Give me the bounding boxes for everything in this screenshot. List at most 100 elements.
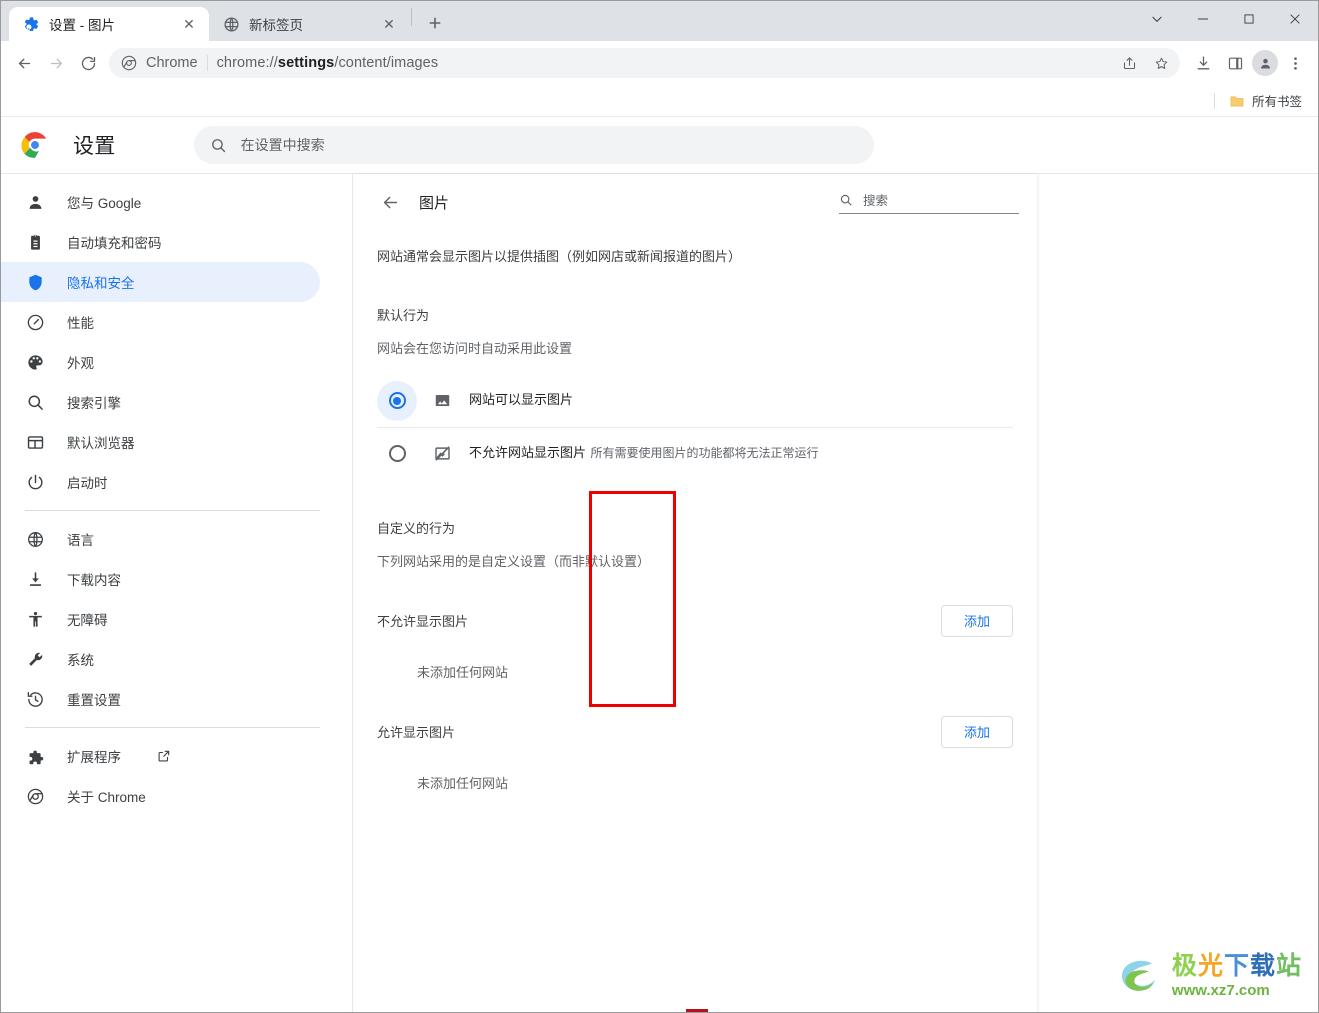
shield-icon xyxy=(25,272,45,292)
tab-new-tab-page[interactable]: 新标签页 ✕ xyxy=(209,7,409,41)
sidebar-item-label: 隐私和安全 xyxy=(67,276,135,291)
block-images-group: 不允许显示图片 添加 未添加任何网站 xyxy=(353,598,1037,681)
window-controls xyxy=(1134,1,1318,37)
content-search-placeholder: 搜索 xyxy=(863,194,889,208)
tab-close-button[interactable]: ✕ xyxy=(179,14,199,34)
reload-button[interactable] xyxy=(73,48,103,78)
sidebar-item-label: 系统 xyxy=(67,653,94,668)
option-subtitle: 所有需要使用图片的功能都将无法正常运行 xyxy=(590,446,819,461)
sidebar-item-label: 下载内容 xyxy=(67,573,121,588)
new-tab-button[interactable] xyxy=(420,8,450,38)
tab-settings[interactable]: 设置 - 图片 ✕ xyxy=(9,7,209,41)
tab-close-button[interactable]: ✕ xyxy=(379,14,399,34)
profile-avatar[interactable] xyxy=(1252,50,1278,76)
chrome-icon xyxy=(121,55,137,71)
add-allowed-site-button[interactable]: 添加 xyxy=(940,715,1013,748)
content-search-box[interactable]: 搜索 xyxy=(839,190,1019,214)
default-behavior-subtext: 网站会在您访问时自动采用此设置 xyxy=(377,340,573,356)
downloads-button[interactable] xyxy=(1188,48,1218,78)
allow-images-group: 允许显示图片 添加 未添加任何网站 xyxy=(353,709,1037,792)
sidebar-item-label: 性能 xyxy=(67,316,94,331)
wrench-icon xyxy=(25,649,45,669)
radio-button-allow[interactable] xyxy=(377,380,417,421)
default-behavior-options: 网站可以显示图片 不允许网站显示图片 所有需要使用图片的功能都将无法正常运行 xyxy=(353,375,1037,480)
all-bookmarks-button[interactable]: 所有书签 xyxy=(1225,87,1306,114)
site-identity-label: Chrome xyxy=(146,55,198,71)
history-restore-icon xyxy=(25,689,45,709)
block-images-empty-text: 未添加任何网站 xyxy=(417,664,509,680)
settings-search-box[interactable]: 在设置中搜索 xyxy=(193,126,874,164)
sidebar-item-on-startup[interactable]: 启动时 xyxy=(1,462,320,502)
sidebar-item-default-browser[interactable]: 默认浏览器 xyxy=(1,422,320,462)
bookmarks-bar: 所有书签 xyxy=(1,85,1318,117)
browser-toolbar: Chrome chrome://settings/content/images xyxy=(1,41,1318,85)
close-button[interactable] xyxy=(1272,1,1318,37)
sidebar-item-downloads[interactable]: 下载内容 xyxy=(1,559,320,599)
images-description: 网站通常会显示图片以提供插图（例如网店或新闻报道的图片） xyxy=(377,249,742,264)
settings-header: 设置 在设置中搜索 xyxy=(1,117,1318,173)
tab-divider xyxy=(411,8,412,26)
clipboard-icon xyxy=(25,232,45,252)
images-settings-card: 图片 搜索 网站通常会显示图片以提供插图（例如网店或新闻报道的图片） 默认行为 … xyxy=(353,174,1037,1012)
back-arrow-icon[interactable] xyxy=(377,189,403,215)
sidebar-item-label: 语言 xyxy=(67,533,94,548)
palette-icon xyxy=(25,352,45,372)
globe-icon xyxy=(25,529,45,549)
maximize-button[interactable] xyxy=(1226,1,1272,37)
sidebar-item-performance[interactable]: 性能 xyxy=(1,302,320,342)
custom-behavior-subtext: 下列网站采用的是自定义设置（而非默认设置） xyxy=(377,553,651,569)
watermark: 极光下载站 www.xz7.com xyxy=(1118,954,1302,998)
gear-icon xyxy=(24,16,39,31)
sidebar-item-about-chrome[interactable]: 关于 Chrome xyxy=(1,776,320,816)
watermark-logo-icon xyxy=(1121,960,1155,991)
all-bookmarks-label: 所有书签 xyxy=(1251,95,1302,109)
tab-search-button[interactable] xyxy=(1134,1,1180,37)
sidebar-item-label: 默认浏览器 xyxy=(67,436,135,451)
sidebar-item-system[interactable]: 系统 xyxy=(1,639,320,679)
three-dot-menu-button[interactable] xyxy=(1280,48,1310,78)
star-icon[interactable] xyxy=(1146,50,1176,76)
sidebar-item-accessibility[interactable]: 无障碍 xyxy=(1,599,320,639)
back-button[interactable] xyxy=(9,48,39,78)
radio-option-block-images[interactable]: 不允许网站显示图片 所有需要使用图片的功能都将无法正常运行 xyxy=(377,426,1013,480)
sidebar-divider xyxy=(25,727,320,728)
sidebar-item-label: 外观 xyxy=(67,356,94,371)
sidebar-item-reset-settings[interactable]: 重置设置 xyxy=(1,679,320,719)
forward-button[interactable] xyxy=(41,48,71,78)
bookmarks-divider xyxy=(1213,92,1215,109)
settings-sidebar: 您与 Google 自动填充和密码 隐私和安全 性能 外观 搜索引擎 默认浏览器… xyxy=(1,174,353,1012)
image-icon xyxy=(431,390,453,412)
sidebar-item-search-engine[interactable]: 搜索引擎 xyxy=(1,382,320,422)
option-title: 网站可以显示图片 xyxy=(469,392,574,408)
sidebar-item-languages[interactable]: 语言 xyxy=(1,519,320,559)
tab-strip: 设置 - 图片 ✕ 新标签页 ✕ xyxy=(1,1,1318,41)
sidebar-item-label: 无障碍 xyxy=(67,613,108,628)
power-icon xyxy=(25,472,45,492)
option-text: 不允许网站显示图片 所有需要使用图片的功能都将无法正常运行 xyxy=(469,444,818,463)
add-blocked-site-button[interactable]: 添加 xyxy=(940,604,1013,637)
radio-option-allow-images[interactable]: 网站可以显示图片 xyxy=(377,375,1013,427)
search-icon xyxy=(211,138,225,152)
chrome-outline-icon xyxy=(25,786,45,806)
search-icon xyxy=(840,194,852,205)
sidebar-item-privacy-security[interactable]: 隐私和安全 xyxy=(1,262,320,302)
minimize-button[interactable] xyxy=(1180,1,1226,37)
custom-behavior-heading: 自定义的行为 xyxy=(377,520,456,536)
allow-images-empty-text: 未添加任何网站 xyxy=(417,775,509,791)
sidebar-item-you-and-google[interactable]: 您与 Google xyxy=(1,182,320,222)
url-text: chrome://settings/content/images xyxy=(216,55,439,71)
share-icon[interactable] xyxy=(1114,50,1144,76)
page-title: 设置 xyxy=(73,135,116,158)
sidebar-item-extensions[interactable]: 扩展程序 xyxy=(1,736,320,776)
sidebar-item-autofill-passwords[interactable]: 自动填充和密码 xyxy=(1,222,320,262)
omnibox-divider xyxy=(206,55,208,71)
sidebar-item-appearance[interactable]: 外观 xyxy=(1,342,320,382)
address-bar[interactable]: Chrome chrome://settings/content/images xyxy=(109,48,1180,78)
radio-button-block[interactable] xyxy=(377,434,417,474)
person-icon xyxy=(25,192,45,212)
option-title: 不允许网站显示图片 xyxy=(469,445,587,461)
sidebar-item-label: 启动时 xyxy=(67,476,108,491)
side-panel-button[interactable] xyxy=(1220,48,1250,78)
globe-icon xyxy=(224,16,239,32)
image-blocked-icon xyxy=(431,443,453,465)
